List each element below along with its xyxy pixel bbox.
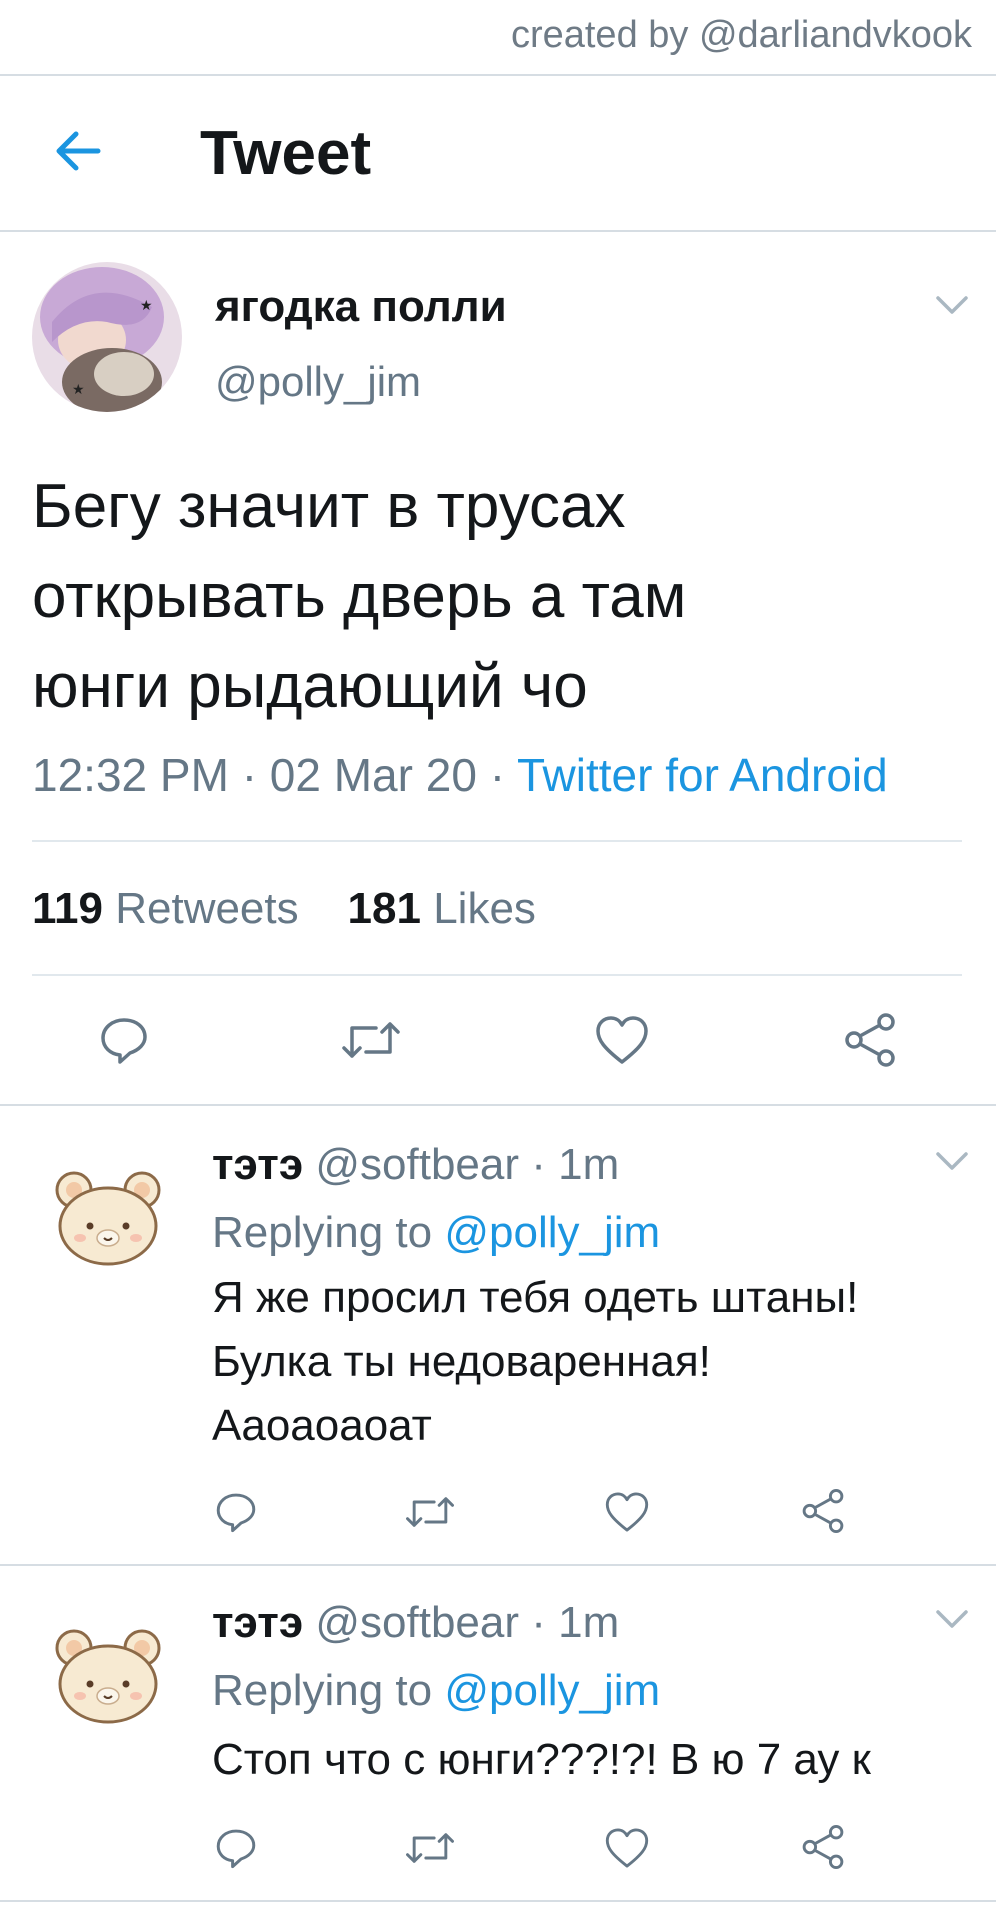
header-divider bbox=[0, 230, 996, 232]
tweet-text-line: юнги рыдающий чо bbox=[32, 652, 588, 721]
reply-header: тэтэ @softbear · 1m bbox=[212, 1598, 619, 1648]
retweet-button[interactable] bbox=[340, 1016, 402, 1064]
reply-divider bbox=[0, 1564, 996, 1566]
reply-text: Стоп что с юнги???!?! В ю 7 ау к bbox=[212, 1728, 952, 1792]
share-icon bbox=[802, 1489, 844, 1533]
share-icon bbox=[845, 1013, 895, 1067]
reply-share-button[interactable] bbox=[800, 1824, 846, 1870]
reply-retweet-button[interactable] bbox=[404, 1828, 456, 1868]
reply-header: тэтэ @softbear · 1m bbox=[212, 1140, 619, 1190]
page-title: Tweet bbox=[200, 119, 372, 188]
tweet-text: Бегу значит в трусах открывать дверь а т… bbox=[32, 462, 952, 732]
tweet-meta: 12:32 PM · 02 Mar 20 · Twitter for Andro… bbox=[32, 748, 888, 802]
replying-prefix: Replying to bbox=[212, 1208, 433, 1257]
replying-mention-link[interactable]: @polly_jim bbox=[444, 1208, 660, 1257]
reply-text-line: Булка ты недоваренная! bbox=[212, 1337, 711, 1386]
retweet-icon bbox=[342, 1022, 400, 1058]
meta-divider bbox=[32, 840, 962, 842]
replying-prefix: Replying to bbox=[212, 1666, 433, 1715]
reply-author-handle[interactable]: @softbear bbox=[315, 1140, 519, 1189]
bear-avatar-icon bbox=[55, 1171, 161, 1266]
tweet-stats: 119 Retweets 181 Likes bbox=[32, 884, 536, 934]
tweet-source-link[interactable]: Twitter for Android bbox=[517, 749, 888, 801]
reply-text: Я же просил тебя одеть штаны! Булка ты н… bbox=[212, 1266, 952, 1458]
retweets-stat[interactable]: 119 Retweets bbox=[32, 884, 299, 933]
reply-button[interactable] bbox=[98, 1014, 150, 1066]
tweet-time: 12:32 PM bbox=[32, 749, 229, 801]
reply-reply-button[interactable] bbox=[214, 1490, 258, 1534]
meta-separator: · bbox=[241, 749, 258, 801]
watermark-text: created by @darliandvkook bbox=[510, 14, 972, 56]
reply-separator: · bbox=[531, 1140, 546, 1189]
reply-text-line: Аaoaoaoат bbox=[212, 1401, 432, 1450]
svg-text:★: ★ bbox=[140, 297, 153, 313]
share-icon bbox=[802, 1825, 844, 1869]
tweet-menu-chevron-icon[interactable] bbox=[934, 292, 970, 318]
meta-separator: · bbox=[489, 749, 506, 801]
author-avatar[interactable]: ★ ★ bbox=[32, 262, 182, 412]
reply-avatar[interactable] bbox=[52, 1168, 164, 1268]
reply-separator: · bbox=[531, 1598, 546, 1647]
reply-like-button[interactable] bbox=[604, 1490, 650, 1534]
reply-avatar[interactable] bbox=[52, 1626, 164, 1726]
reply-time: 1m bbox=[558, 1140, 620, 1189]
retweets-label: Retweets bbox=[115, 884, 299, 933]
stats-divider bbox=[32, 974, 962, 976]
heart-icon bbox=[605, 1492, 649, 1532]
reply-reply-button[interactable] bbox=[214, 1826, 258, 1870]
reply-menu-chevron-icon[interactable] bbox=[934, 1148, 970, 1174]
retweet-icon bbox=[406, 1497, 454, 1527]
reply-icon bbox=[216, 1829, 256, 1869]
main-tweet-bottom-divider bbox=[0, 1104, 996, 1106]
reply-text-line: Я же просил тебя одеть штаны! bbox=[212, 1273, 859, 1322]
tweet-text-line: открывать дверь а там bbox=[32, 562, 687, 631]
reply-time: 1m bbox=[558, 1598, 620, 1647]
reply-menu-chevron-icon[interactable] bbox=[934, 1606, 970, 1632]
reply-author-name[interactable]: тэтэ bbox=[212, 1140, 303, 1189]
reply-share-button[interactable] bbox=[800, 1488, 846, 1534]
reply-like-button[interactable] bbox=[604, 1826, 650, 1870]
replying-to: Replying to @polly_jim bbox=[212, 1208, 660, 1258]
likes-stat[interactable]: 181 Likes bbox=[348, 884, 536, 933]
top-divider bbox=[0, 74, 996, 76]
back-arrow-icon[interactable] bbox=[52, 126, 102, 176]
likes-count: 181 bbox=[347, 884, 421, 933]
reply-icon bbox=[101, 1018, 147, 1064]
tweet-text-line: Бегу значит в трусах bbox=[32, 472, 626, 541]
like-button[interactable] bbox=[594, 1014, 650, 1066]
likes-label: Likes bbox=[433, 884, 536, 933]
reply-author-name[interactable]: тэтэ bbox=[212, 1598, 303, 1647]
bear-avatar-icon bbox=[55, 1629, 161, 1724]
svg-text:★: ★ bbox=[72, 381, 85, 397]
replying-mention-link[interactable]: @polly_jim bbox=[444, 1666, 660, 1715]
heart-icon bbox=[596, 1016, 648, 1064]
author-name[interactable]: ягодка полли bbox=[215, 282, 507, 332]
retweets-count: 119 bbox=[32, 884, 103, 933]
replying-to: Replying to @polly_jim bbox=[212, 1666, 660, 1716]
author-handle[interactable]: @polly_jim bbox=[215, 358, 421, 406]
reply-retweet-button[interactable] bbox=[404, 1492, 456, 1532]
reply-icon bbox=[216, 1493, 256, 1533]
tweet-date: 02 Mar 20 bbox=[269, 749, 477, 801]
reply-text-line: Стоп что с юнги???!?! В ю 7 ау к bbox=[212, 1735, 871, 1784]
retweet-icon bbox=[406, 1833, 454, 1863]
reply-author-handle[interactable]: @softbear bbox=[315, 1598, 519, 1647]
share-button[interactable] bbox=[842, 1012, 898, 1068]
heart-icon bbox=[605, 1828, 649, 1868]
bottom-divider bbox=[0, 1900, 996, 1902]
